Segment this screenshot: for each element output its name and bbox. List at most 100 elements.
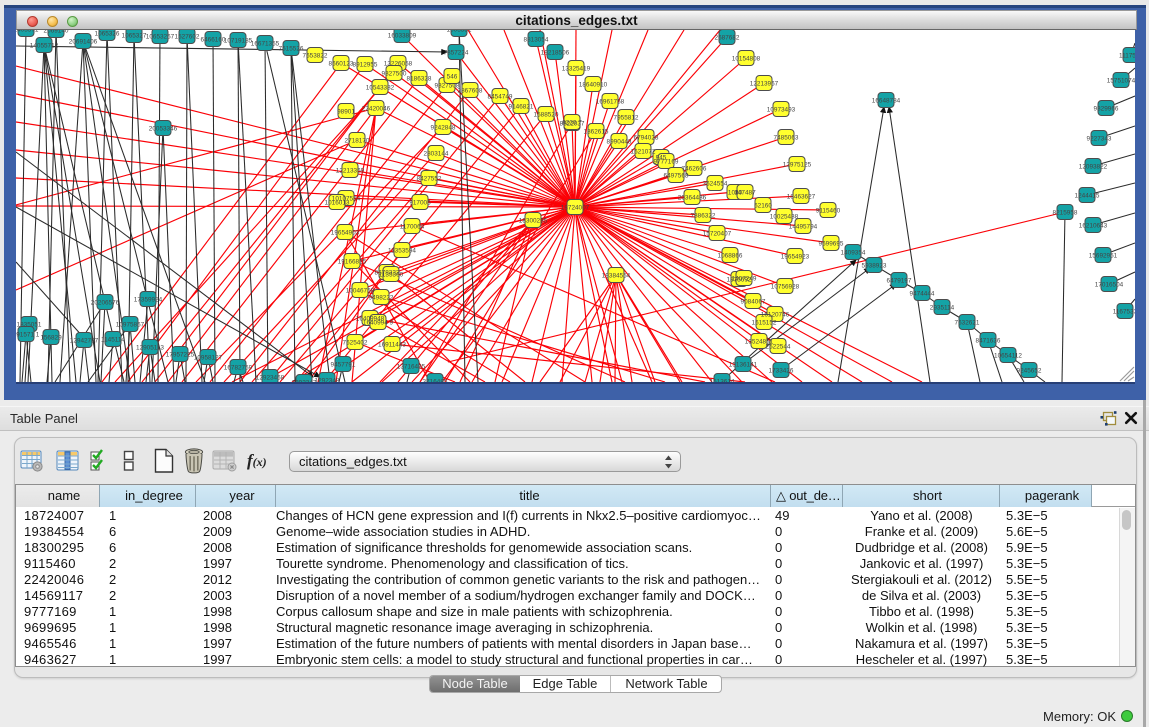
svg-text:9084067: 9084067 (741, 299, 766, 306)
svg-text:20053346: 20053346 (149, 126, 178, 133)
svg-text:7653822: 7653822 (303, 53, 328, 60)
svg-text:9498222: 9498222 (369, 295, 394, 302)
svg-text:9227343: 9227343 (1087, 136, 1112, 143)
svg-text:1835051: 1835051 (17, 322, 42, 329)
svg-text:7357224: 7357224 (444, 50, 469, 57)
svg-text:1513614: 1513614 (710, 379, 735, 383)
svg-text:1621072: 1621072 (631, 149, 656, 156)
svg-text:1405571: 1405571 (16, 30, 39, 34)
svg-text:10154808: 10154808 (732, 56, 761, 63)
svg-text:1640994 9: 1640994 9 (363, 320, 394, 327)
svg-text:2867608: 2867608 (458, 88, 483, 95)
svg-text:8660123: 8660123 (329, 61, 354, 68)
svg-text:7955812: 7955812 (614, 115, 639, 122)
svg-text:7632621: 7632621 (955, 320, 980, 327)
svg-text:8220 7: 8220 7 (562, 120, 582, 127)
svg-text:15136141: 15136141 (729, 362, 758, 369)
svg-text:20364436: 20364436 (678, 195, 707, 202)
svg-text:15751074: 15751074 (1107, 78, 1135, 85)
svg-text:19654903: 19654903 (331, 230, 360, 237)
svg-text:10958127: 10958127 (194, 355, 223, 362)
svg-text:10025438: 10025438 (770, 214, 799, 221)
svg-text:7625402: 7625402 (343, 340, 368, 347)
svg-text:20206576: 20206576 (91, 300, 120, 307)
svg-text:12905113: 12905113 (136, 345, 164, 352)
svg-text:16961758: 16961758 (596, 99, 625, 106)
svg-text:1588520: 1588520 (534, 112, 559, 119)
svg-text:8215958: 8215958 (1053, 210, 1078, 217)
svg-text:19218506: 19218506 (541, 50, 570, 57)
svg-text:156829: 156829 (40, 335, 62, 342)
svg-text:8990448: 8990448 (607, 139, 632, 146)
svg-text:1407249: 1407249 (732, 276, 757, 283)
svg-text:19654923: 19654923 (781, 254, 810, 261)
svg-text:9327500: 9327500 (382, 71, 407, 78)
svg-text:6479197: 6479197 (887, 278, 912, 285)
svg-text:8813054: 8813054 (524, 37, 549, 44)
svg-text:1145114: 1145114 (101, 337, 125, 344)
svg-text:1244415: 1244415 (1075, 193, 1100, 200)
svg-text:8427552: 8427552 (417, 176, 442, 183)
svg-text:2935114: 2935114 (930, 305, 955, 312)
svg-text:1167533: 1167533 (1113, 309, 1135, 316)
svg-text:2522544: 2522544 (766, 344, 791, 351)
svg-text:16210643: 16210643 (1079, 223, 1108, 230)
svg-text:10756928: 10756928 (771, 284, 800, 291)
svg-text:16120746: 16120746 (761, 312, 790, 319)
svg-text:1603381: 1603381 (447, 30, 472, 34)
svg-text:98901: 98901 (337, 109, 355, 116)
svg-text:8912955: 8912955 (353, 62, 378, 69)
svg-text:147487: 147487 (734, 190, 756, 197)
svg-text:6794028: 6794028 (634, 135, 659, 142)
svg-text:7515526: 7515526 (279, 46, 304, 53)
svg-text:9474444: 9474444 (910, 291, 935, 298)
svg-text:10654112: 10654112 (994, 353, 1022, 360)
svg-text:1733426: 1733426 (769, 368, 794, 375)
svg-text:18300295: 18300295 (519, 218, 548, 225)
svg-text:10973493: 10973493 (767, 107, 796, 114)
svg-text:17957225: 17957225 (166, 352, 195, 359)
svg-text:1068866: 1068866 (718, 253, 743, 260)
svg-text:12213369: 12213369 (336, 168, 365, 175)
svg-text:18724007: 18724007 (561, 205, 590, 212)
svg-text:19384554: 19384554 (602, 273, 631, 280)
svg-text:16648784: 16648784 (872, 98, 901, 105)
svg-text:2687682: 2687682 (715, 35, 740, 42)
svg-text:14495794: 14495794 (789, 224, 818, 231)
svg-text:7386322: 7386322 (691, 213, 716, 220)
svg-text:7485063: 7485063 (774, 135, 799, 142)
svg-text:1065326: 1065326 (95, 31, 120, 38)
svg-text:18463627: 18463627 (787, 194, 816, 201)
svg-text:1292348: 1292348 (315, 378, 340, 383)
svg-text:19166825: 19166825 (338, 259, 367, 266)
svg-text:12093822: 12093822 (1079, 164, 1108, 171)
svg-text:12923468: 12923468 (256, 375, 285, 382)
svg-text:9245652: 9245652 (1017, 368, 1042, 375)
svg-text:22420046: 22420046 (362, 106, 391, 113)
svg-text:1135360: 1135360 (379, 272, 404, 279)
svg-text:9115460: 9115460 (816, 208, 841, 215)
svg-text:16671355: 16671355 (251, 41, 280, 48)
svg-text:2718170: 2718170 (345, 138, 370, 145)
svg-text:1409354: 1409354 (841, 250, 866, 257)
svg-text:3716485: 3716485 (423, 379, 448, 383)
svg-text:62160: 62160 (754, 203, 772, 210)
svg-text:10719185: 10719185 (224, 38, 253, 45)
svg-text:20691406: 20691406 (69, 39, 98, 46)
svg-text:5938923: 5938923 (862, 263, 887, 270)
svg-text:917006: 917006 (409, 200, 431, 207)
svg-text:11353594: 11353594 (388, 248, 416, 255)
svg-text:2803144: 2803144 (424, 151, 449, 158)
svg-text:546: 546 (447, 74, 458, 81)
svg-text:1065327: 1065327 (122, 33, 147, 40)
svg-text:9146821: 9146821 (509, 104, 534, 111)
svg-text:2069140: 2069140 (44, 30, 69, 35)
svg-text:9329966: 9329966 (1094, 106, 1119, 113)
svg-text:18640910: 18640910 (579, 82, 608, 89)
svg-text:8186328: 8186328 (407, 76, 432, 83)
svg-text:10653267: 10653267 (146, 34, 175, 41)
svg-text:9699695: 9699695 (819, 241, 844, 248)
svg-text:16033809: 16033809 (388, 33, 417, 40)
svg-text:17016504: 17016504 (1095, 282, 1124, 289)
svg-text:10543382: 10543382 (366, 85, 395, 92)
